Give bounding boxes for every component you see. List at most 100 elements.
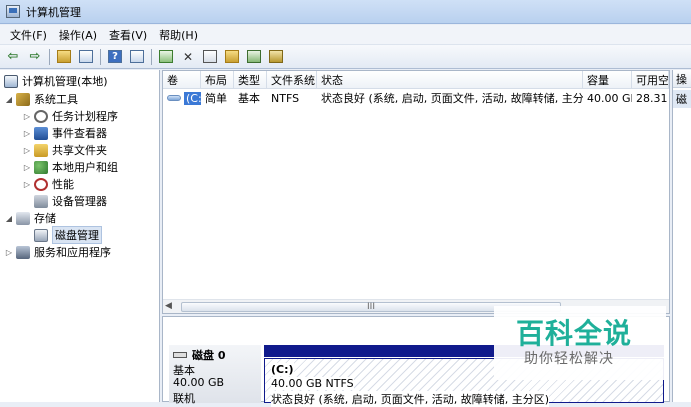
watermark: 百科全说 助你轻松解决 <box>494 306 666 380</box>
disk-info[interactable]: 磁盘 0 基本 40.00 GB 联机 <box>169 345 261 405</box>
volume-list-header: 卷 布局 类型 文件系统 状态 容量 可用空 <box>163 71 669 89</box>
tree-item-services[interactable]: ▷ 服务和应用程序 <box>4 243 111 261</box>
collapsed-triangle-icon[interactable]: ▷ <box>22 112 32 121</box>
properties-icon[interactable] <box>127 48 147 66</box>
tree-item-label: 磁盘管理 <box>52 226 102 244</box>
tree-item-label: 任务计划程序 <box>52 110 118 123</box>
title-bar: 计算机管理 <box>0 0 691 24</box>
disk-name: 磁盘 0 <box>192 349 226 362</box>
volume-list: 卷 布局 类型 文件系统 状态 容量 可用空 (C:) 简单 基本 NTFS 状… <box>162 70 670 314</box>
tree-item-event-viewer[interactable]: ▷ 事件查看器 <box>22 124 107 142</box>
services-icon <box>16 245 30 259</box>
window-title: 计算机管理 <box>26 5 81 19</box>
tree-item-disk-management[interactable]: 磁盘管理 <box>34 226 102 244</box>
disk-management-icon <box>34 228 48 242</box>
toolbar: ⇦ ⇨ ? ✕ <box>0 45 691 69</box>
navigation-tree: 计算机管理(本地) ◢ 系统工具 ▷ 任务计划程序 ▷ 事件查看器 ▷ 共享文件… <box>0 70 160 402</box>
column-header-volume[interactable]: 卷 <box>163 71 201 89</box>
partition-label: (C:) <box>271 363 294 376</box>
tree-item-label: 存储 <box>34 212 56 225</box>
actions-pane: 操 磁 <box>672 70 691 402</box>
table-row[interactable]: (C:) 简单 基本 NTFS 状态良好 (系统, 启动, 页面文件, 活动, … <box>163 90 669 106</box>
performance-icon <box>34 177 48 191</box>
refresh-icon[interactable] <box>156 48 176 66</box>
search-icon[interactable] <box>244 48 264 66</box>
tree-item-label: 设备管理器 <box>52 195 107 208</box>
tree-item-label: 系统工具 <box>34 93 78 106</box>
cell-filesystem: NTFS <box>271 91 300 105</box>
shared-folder-icon <box>34 143 48 157</box>
cell-volume: (C:) <box>163 90 201 106</box>
column-header-type[interactable]: 类型 <box>234 71 267 89</box>
cell-status: 状态良好 (系统, 启动, 页面文件, 活动, 故障转储, 主分区) <box>321 92 583 105</box>
show-tree-icon[interactable] <box>76 48 96 66</box>
tree-item-local-users[interactable]: ▷ 本地用户和组 <box>22 158 118 176</box>
toolbar-separator <box>49 48 50 65</box>
computer-icon <box>4 74 18 88</box>
storage-icon <box>16 211 30 225</box>
cell-type: 基本 <box>238 92 260 105</box>
menu-action[interactable]: 操作(A) <box>53 27 103 43</box>
up-folder-icon[interactable] <box>54 48 74 66</box>
tree-item-device-manager[interactable]: 设备管理器 <box>34 192 107 210</box>
actions-item-disk-management[interactable]: 磁 <box>673 90 691 108</box>
collapsed-triangle-icon[interactable]: ▷ <box>22 163 32 172</box>
event-viewer-icon <box>34 126 48 140</box>
toolbar-separator <box>100 48 101 65</box>
tree-item-system-tools[interactable]: ◢ 系统工具 <box>4 90 78 108</box>
menu-bar: 文件(F) 操作(A) 查看(V) 帮助(H) <box>0 25 691 45</box>
tools-icon <box>16 92 30 106</box>
open-folder-icon[interactable] <box>222 48 242 66</box>
help-icon[interactable]: ? <box>105 48 125 66</box>
expanded-triangle-icon[interactable]: ◢ <box>4 214 14 223</box>
scroll-left-icon[interactable]: ◀ <box>165 301 172 311</box>
delete-icon[interactable]: ✕ <box>178 48 198 66</box>
tree-item-label: 性能 <box>52 178 74 191</box>
disk-status: 联机 <box>173 392 195 405</box>
tree-item-label: 共享文件夹 <box>52 144 107 157</box>
actions-header: 操 <box>673 70 691 88</box>
device-manager-icon <box>34 194 48 208</box>
tree-item-label: 事件查看器 <box>52 127 107 140</box>
partition-size: 40.00 GB NTFS <box>271 377 354 390</box>
tree-item-label: 计算机管理(本地) <box>22 75 108 88</box>
tree-item-root[interactable]: 计算机管理(本地) <box>4 72 108 90</box>
cell-capacity: 40.00 GB <box>587 91 632 105</box>
toolbar-separator <box>151 48 152 65</box>
disk-icon <box>173 352 187 358</box>
tree-item-task-scheduler[interactable]: ▷ 任务计划程序 <box>22 107 118 125</box>
partition-status: 状态良好 (系统, 启动, 页面文件, 活动, 故障转储, 主分区) <box>271 391 550 407</box>
back-arrow-icon[interactable]: ⇦ <box>3 48 23 66</box>
watermark-subtitle: 助你轻松解决 <box>524 351 614 367</box>
menu-view[interactable]: 查看(V) <box>103 27 153 43</box>
tree-item-performance[interactable]: ▷ 性能 <box>22 175 74 193</box>
column-header-capacity[interactable]: 容量 <box>583 71 632 89</box>
volume-label: (C:) <box>184 91 201 105</box>
computer-management-icon <box>6 5 20 18</box>
menu-file[interactable]: 文件(F) <box>4 27 53 43</box>
collapsed-triangle-icon[interactable]: ▷ <box>22 146 32 155</box>
collapsed-triangle-icon[interactable]: ▷ <box>22 180 32 189</box>
cell-free: 28.31 <box>636 91 668 105</box>
expanded-triangle-icon[interactable]: ◢ <box>4 95 14 104</box>
tree-item-shared-folders[interactable]: ▷ 共享文件夹 <box>22 141 107 159</box>
export-icon[interactable] <box>266 48 286 66</box>
tree-item-storage[interactable]: ◢ 存储 <box>4 209 56 227</box>
collapsed-triangle-icon[interactable]: ▷ <box>4 248 14 257</box>
tree-item-label: 本地用户和组 <box>52 161 118 174</box>
tree-item-label: 服务和应用程序 <box>34 246 111 259</box>
collapsed-triangle-icon[interactable]: ▷ <box>22 129 32 138</box>
forward-arrow-icon[interactable]: ⇨ <box>25 48 45 66</box>
column-header-filesystem[interactable]: 文件系统 <box>267 71 317 89</box>
menu-help[interactable]: 帮助(H) <box>153 27 204 43</box>
column-header-layout[interactable]: 布局 <box>201 71 234 89</box>
users-icon <box>34 160 48 174</box>
column-header-status[interactable]: 状态 <box>317 71 583 89</box>
disk-size: 40.00 GB <box>173 376 225 389</box>
column-header-free[interactable]: 可用空 <box>632 71 669 89</box>
cell-layout: 简单 <box>205 92 227 105</box>
rename-icon[interactable] <box>200 48 220 66</box>
watermark-title: 百科全说 <box>516 317 633 350</box>
clock-icon <box>34 109 48 123</box>
volume-icon <box>167 95 181 101</box>
